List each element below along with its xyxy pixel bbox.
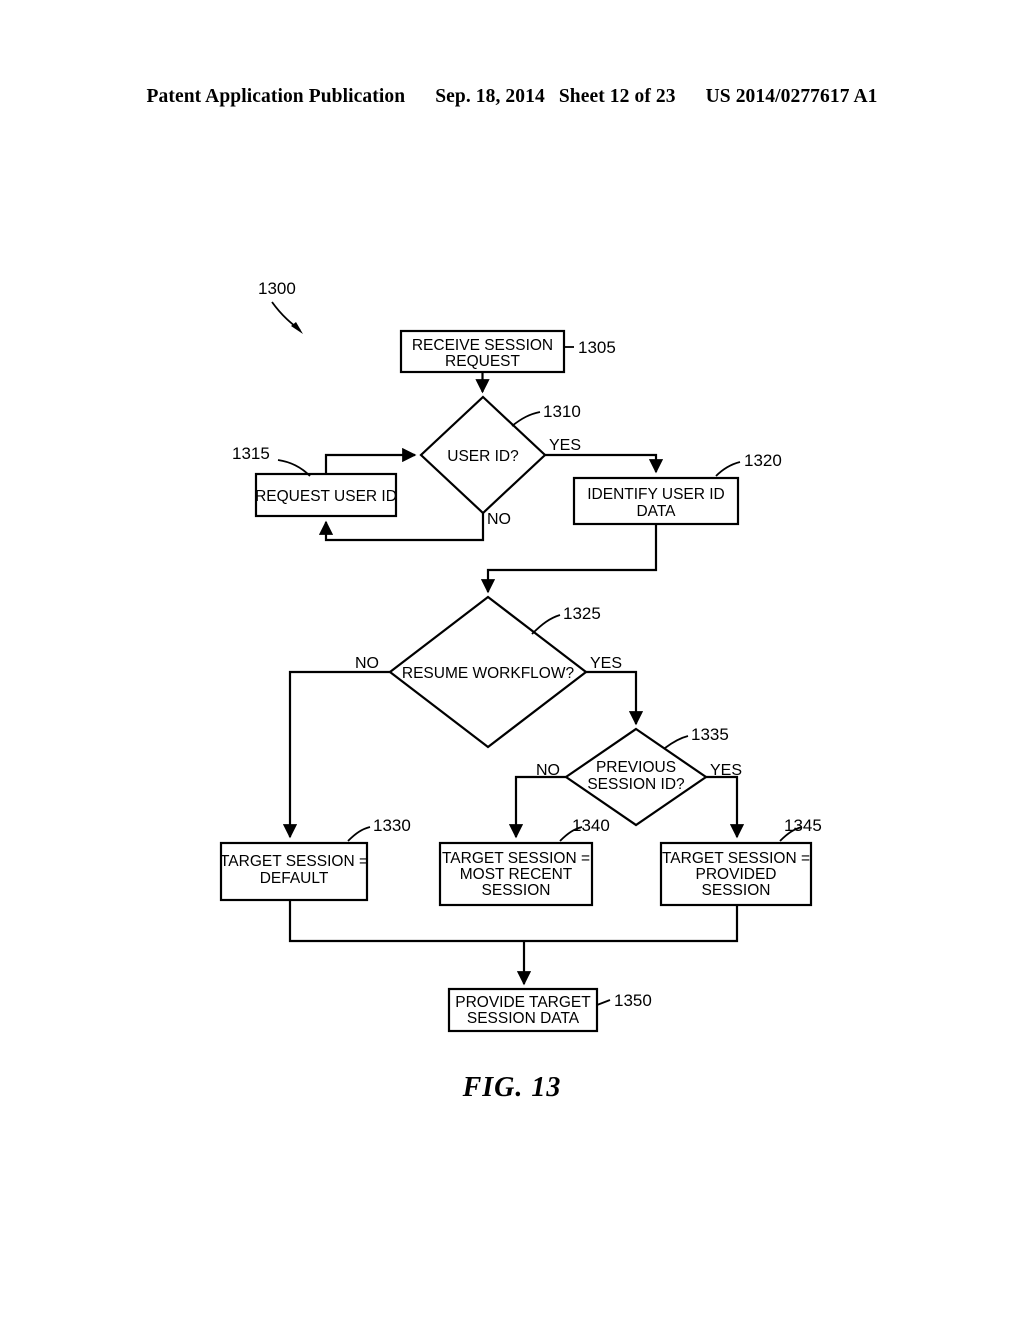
connector-1335-no-to-1340 xyxy=(508,775,566,839)
branch-label-userid-no: NO xyxy=(487,511,511,528)
node-1320-line1: IDENTIFY USER ID xyxy=(587,486,725,503)
node-1350-line1: PROVIDE TARGET xyxy=(455,994,591,1011)
connector-bus-to-1350 xyxy=(288,900,739,943)
node-1335-line2: SESSION ID? xyxy=(587,776,685,793)
ref-label-1330: 1330 xyxy=(373,816,411,835)
node-1345-line3: SESSION xyxy=(702,882,771,899)
node-1345-line1: TARGET SESSION = xyxy=(662,850,810,867)
ref-label-1335: 1335 xyxy=(691,725,729,744)
leader-1310 xyxy=(511,411,541,427)
leader-1330 xyxy=(347,826,371,842)
ref-label-1350: 1350 xyxy=(614,991,652,1010)
node-1350-line2: SESSION DATA xyxy=(467,1010,580,1027)
node-1315-line1: REQUEST USER ID xyxy=(255,488,397,505)
node-1305-line1: RECEIVE SESSION xyxy=(412,337,553,354)
connector-1310-yes-to-1320 xyxy=(545,453,664,474)
node-1330-line2: DEFAULT xyxy=(260,870,329,887)
branch-label-resume-no: NO xyxy=(355,655,379,672)
leader-1325 xyxy=(531,614,561,635)
node-1320-line2: DATA xyxy=(636,503,676,520)
ref-label-1310: 1310 xyxy=(543,402,581,421)
ref-label-1300: 1300 xyxy=(258,279,296,298)
node-1330-line1: TARGET SESSION = xyxy=(220,853,368,870)
flowchart-diagram: 1300 RECEIVE SESSION REQUEST 1305 USER I… xyxy=(219,279,822,1033)
node-1340-line2: MOST RECENT xyxy=(460,866,573,883)
connector-1325-yes-to-1335 xyxy=(586,670,644,726)
leader-1335 xyxy=(664,735,689,749)
connector-1315-to-1310 xyxy=(324,447,417,474)
leader-1350 xyxy=(596,999,611,1006)
node-1305-line2: REQUEST xyxy=(445,353,520,370)
patent-page: Patent Application Publication Sep. 18, 2… xyxy=(0,0,1024,1320)
ref-label-1340: 1340 xyxy=(572,816,610,835)
branch-label-userid-yes: YES xyxy=(549,437,581,454)
branch-label-resume-yes: YES xyxy=(590,655,622,672)
ref-label-1315: 1315 xyxy=(232,444,270,463)
figure-caption: FIG. 13 xyxy=(462,1072,562,1103)
node-1310-line1: USER ID? xyxy=(447,448,519,465)
node-1335-line1: PREVIOUS xyxy=(596,759,676,776)
node-1340-line3: SESSION xyxy=(482,882,551,899)
ref-label-1325: 1325 xyxy=(563,604,601,623)
node-1345-line2: PROVIDED xyxy=(696,866,777,883)
leader-1320 xyxy=(715,461,741,477)
ref-label-1305: 1305 xyxy=(578,338,616,357)
connector-1325-no-to-1330 xyxy=(282,670,390,839)
ref-label-1320: 1320 xyxy=(744,451,782,470)
ref-label-1345: 1345 xyxy=(784,816,822,835)
node-1340-line1: TARGET SESSION = xyxy=(442,850,590,867)
node-1325-line1: RESUME WORKFLOW? xyxy=(402,665,575,682)
connector-1320-to-1325 xyxy=(480,524,658,594)
connector-1335-yes-to-1345 xyxy=(706,775,745,839)
